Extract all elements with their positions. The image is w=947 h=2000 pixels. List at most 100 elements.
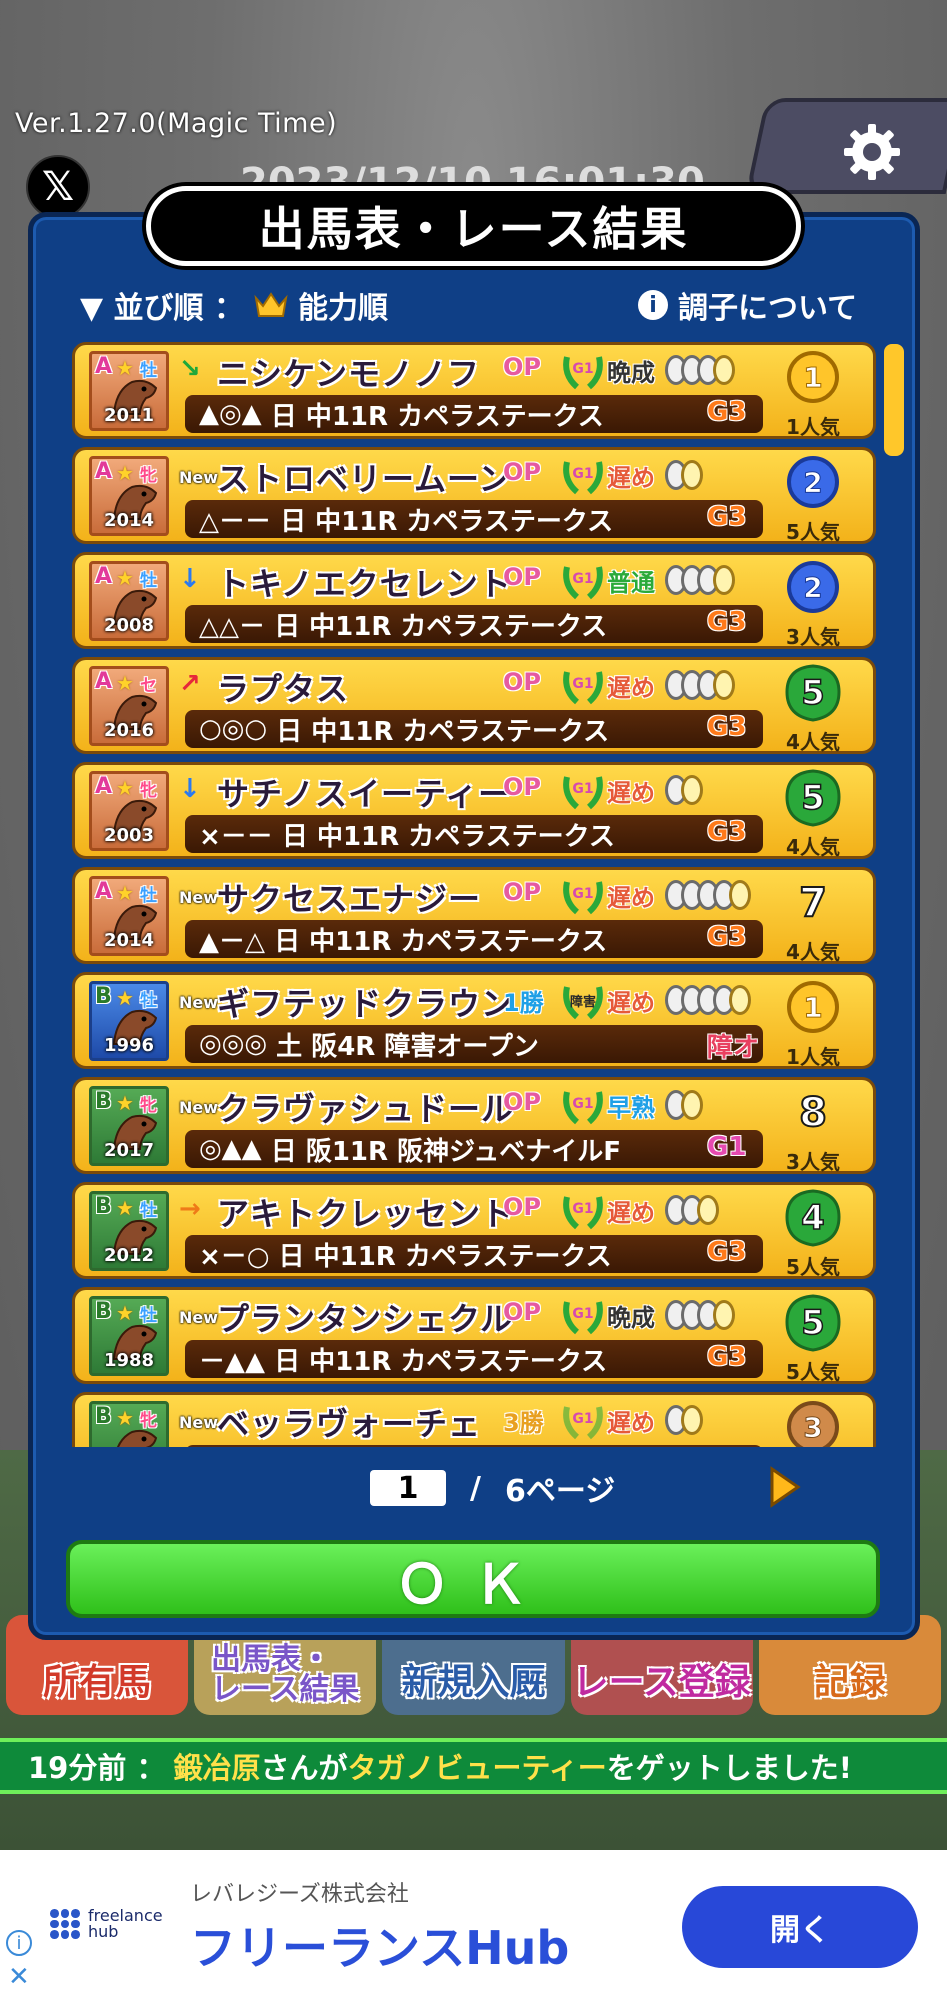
horse-row[interactable]: B ★ 牡 1988 New プランタンシェクル OP G1 晩成 －▲▲ 日 …: [72, 1287, 876, 1384]
horse-name: サチノスイーティー: [217, 775, 512, 813]
birth-year: 1988: [103, 1350, 155, 1371]
prediction-marks: ×－○: [199, 1241, 270, 1272]
horse-list[interactable]: A ★ 牡 2011 ↘ ニシケンモノノフ OP G1 晩成 ▲◎▲ 日 中11…: [72, 342, 876, 1447]
ad-info-icon[interactable]: i: [6, 1930, 32, 1956]
rank-number: 2: [803, 466, 822, 499]
laurel-label: G1: [572, 1201, 594, 1217]
race-name: カペラステークス: [404, 1241, 612, 1272]
laurel-label: G1: [572, 1096, 594, 1112]
rank-laurel-icon: 5: [785, 1294, 841, 1352]
race-grade: G3: [707, 922, 747, 952]
popularity: 3人気: [786, 1150, 840, 1174]
horse-row[interactable]: A ★ 牡 2008 ↓ トキノエクセレント OP G1 普通 △△－ 日 中1…: [72, 552, 876, 649]
prediction-marks: ×－－: [199, 821, 273, 852]
ticker-mid: さんが: [260, 1751, 348, 1785]
race-day: 日: [276, 716, 303, 747]
rank-medal-icon: 1: [787, 351, 839, 403]
birth-year: 2011: [103, 405, 155, 426]
race-name: カペラステークス: [400, 611, 608, 642]
growth-type: 遅め: [607, 1409, 655, 1437]
rank-plain-icon: 7: [798, 879, 828, 927]
race-info-bar: △△－ 日 中11R カペラステークス: [185, 605, 763, 643]
laurel-label: 障害: [569, 995, 596, 1010]
horse-row[interactable]: A ★ 牡 2011 ↘ ニシケンモノノフ OP G1 晩成 ▲◎▲ 日 中11…: [72, 342, 876, 439]
page-number-input[interactable]: 1: [370, 1470, 446, 1506]
popularity: 3人気: [786, 625, 840, 649]
shoe-icon: [681, 775, 703, 805]
gear-icon[interactable]: [840, 120, 904, 184]
pager: 1 / 6ページ: [370, 1470, 615, 1509]
race-info-bar: △－－ 日 中11R カペラステークス: [185, 500, 763, 538]
horse-portrait: B ★ 牡 2012: [89, 1191, 169, 1271]
race-info-bar: [185, 1445, 763, 1447]
shoe-rating: [665, 355, 735, 389]
horse-row[interactable]: A ★ 牝 2014 New ストロベリームーン OP G1 遅め △－－ 日 …: [72, 447, 876, 544]
ok-button[interactable]: ＯＫ: [66, 1540, 880, 1618]
horse-name: ニシケンモノノフ: [217, 355, 481, 393]
race-name: カペラステークス: [397, 401, 604, 432]
horse-name: トキノエクセレント: [217, 565, 512, 603]
sort-selector[interactable]: ▼ 並び順 ： 能力順: [80, 285, 388, 326]
rank-medal-icon: 1: [787, 981, 839, 1033]
ad-close-icon[interactable]: ✕: [8, 1962, 30, 1992]
horse-name: ギフテッドクラウン: [217, 985, 515, 1023]
horse-name: ストロベリームーン: [217, 460, 512, 498]
horse-portrait: B ★ 牡 1988: [89, 1296, 169, 1376]
horse-name: プランタンシェクル: [217, 1300, 514, 1338]
trend-indicator: ↗: [179, 669, 201, 699]
horse-portrait: A ★ 牡 2011: [89, 351, 169, 431]
race-info-bar: ◎▲▲ 日 阪11R 阪神ジュベナイルF: [185, 1130, 763, 1168]
laurel-label: G1: [572, 571, 594, 587]
trend-indicator: New: [179, 1413, 219, 1432]
horse-row[interactable]: B ★ 牡 1996 New ギフテッドクラウン 1勝 障害 遅め ◎◎◎ 土 …: [72, 972, 876, 1069]
horse-row[interactable]: B ★ 牡 2012 → アキトクレッセント OP G1 遅め ×－○ 日 中1…: [72, 1182, 876, 1279]
race-day: 日: [274, 611, 301, 642]
race-grade: G3: [707, 397, 747, 427]
horse-name: ベッラヴォーチェ: [217, 1405, 482, 1443]
condition-info-link[interactable]: i 調子について: [638, 285, 857, 326]
race-name: カペラステークス: [402, 716, 610, 747]
race-grade: G3: [707, 1237, 747, 1267]
birth-year: 2003: [103, 825, 155, 846]
race-grade: G3: [707, 817, 747, 847]
next-page-arrow-icon[interactable]: [768, 1466, 802, 1508]
trend-indicator: New: [179, 468, 219, 487]
prediction-marks: ◎◎◎: [199, 1029, 268, 1059]
prediction-marks: －▲▲: [199, 1346, 265, 1377]
race-venue: 中11R: [309, 1346, 392, 1377]
horse-name: クラヴァシュドール: [217, 1090, 515, 1128]
sort-label: ▼ 並び順 ：: [80, 291, 244, 326]
info-icon: i: [638, 290, 668, 320]
shoe-icon: [729, 880, 751, 910]
birth-year: 2016: [103, 720, 155, 741]
horse-row[interactable]: A ★ 牡 2014 New サクセスエナジー OP G1 遅め ▲－△ 日 中…: [72, 867, 876, 964]
rank-number: 1: [803, 361, 822, 394]
horse-name: ラプタス: [217, 670, 350, 708]
popularity: 4人気: [786, 730, 840, 754]
horse-row[interactable]: A ★ 牝 2003 ↓ サチノスイーティー OP G1 遅め ×－－ 日 中1…: [72, 762, 876, 859]
horse-row[interactable]: A ★ セ 2016 ↗ ラプタス OP G1 遅め ○◎○ 日 中11R カペ…: [72, 657, 876, 754]
birth-year: 2014: [103, 930, 155, 951]
rank-number: 1: [803, 991, 822, 1024]
race-name: カペラステークス: [400, 1346, 608, 1377]
list-scrollbar[interactable]: [884, 344, 904, 456]
birth-year: 2008: [103, 615, 155, 636]
shoe-rating: [665, 880, 751, 914]
horse-head-icon: [116, 1429, 158, 1447]
birth-year: 1996: [103, 1035, 155, 1056]
ad-banner[interactable]: i ✕ freelance hub レバレジーズ株式会社 フリーランスHub 開…: [0, 1850, 947, 2000]
x-share-button[interactable]: 𝕏: [26, 155, 90, 219]
shoe-rating: [665, 670, 735, 704]
ad-open-button[interactable]: 開く: [682, 1886, 918, 1968]
horse-row[interactable]: B ★ 牝 2017 New クラヴァシュドール OP G1 早熟 ◎▲▲ 日 …: [72, 1077, 876, 1174]
horse-row[interactable]: B ★ 牝 New ベッラヴォーチェ 3勝 G1 遅め 3: [72, 1392, 876, 1447]
page-separator: /: [470, 1470, 481, 1506]
popularity: 5人気: [786, 1360, 840, 1384]
version-label: Ver.1.27.0(Magic Time): [15, 108, 338, 139]
race-grade: G3: [707, 1342, 747, 1372]
rank-laurel-icon: 5: [785, 769, 841, 827]
trend-indicator: New: [179, 1098, 219, 1117]
birth-year: 2014: [103, 510, 155, 531]
horse-class: OP: [503, 1193, 541, 1221]
shoe-icon: [681, 1405, 703, 1435]
